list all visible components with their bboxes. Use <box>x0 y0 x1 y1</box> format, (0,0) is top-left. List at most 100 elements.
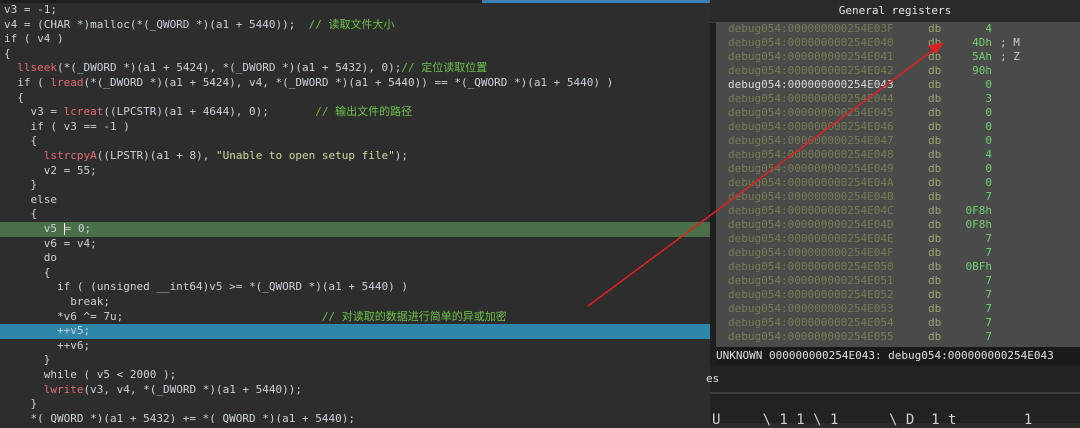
hex-row[interactable]: debug054:000000000254E04C db 0F8h <box>716 204 1080 218</box>
code-line-text: llseek(*(_DWORD *)(a1 + 5424), *(_DWORD … <box>4 61 487 76</box>
code-line[interactable]: v3 = lcreat((LPCSTR)(a1 + 4644), 0); // … <box>0 105 710 120</box>
code-line-text: if ( v3 == -1 ) <box>4 120 129 135</box>
code-token: { <box>4 207 38 221</box>
code-line[interactable]: v6 = v4; <box>0 237 710 252</box>
code-line[interactable]: if ( (unsigned __int64)v5 >= *(_QWORD *)… <box>0 280 710 295</box>
code-line[interactable]: break; <box>0 295 710 310</box>
code-line[interactable]: lwrite(v3, v4, *(_DWORD *)(a1 + 5440)); <box>0 383 710 398</box>
code-line[interactable]: ++v5; <box>0 324 710 339</box>
directive: db <box>928 36 942 49</box>
hex-view-list[interactable]: debug054:000000000254E03F db 4 debug054:000… <box>716 22 1080 347</box>
hex-row[interactable]: debug054:000000000254E054 db 7 <box>716 316 1080 330</box>
hex-row[interactable]: debug054:000000000254E052 db 7 <box>716 288 1080 302</box>
hex-row[interactable]: debug054:000000000254E055 db 7 <box>716 330 1080 344</box>
address-label: debug054:000000000254E04A <box>728 176 894 189</box>
code-line[interactable]: do <box>0 251 710 266</box>
hex-row[interactable]: debug054:000000000254E050 db 0BFh <box>716 260 1080 274</box>
general-registers-pane[interactable]: General registers debug054:000000000254E… <box>706 0 1080 428</box>
address-label: debug054:000000000254E054 <box>728 316 894 329</box>
code-token: if ( v4 ) <box>4 32 64 46</box>
code-token: } <box>4 353 51 367</box>
hex-row[interactable]: debug054:000000000254E04F db 7 <box>716 246 1080 260</box>
code-line[interactable]: { <box>0 207 710 222</box>
code-comment: // 对读取的数据进行简单的异或加密 <box>321 309 507 323</box>
code-line[interactable]: { <box>0 266 710 281</box>
code-line[interactable]: { <box>0 47 710 62</box>
hex-row[interactable]: debug054:000000000254E047 db 0 <box>716 134 1080 148</box>
hex-row[interactable]: debug054:000000000254E044 db 3 <box>716 92 1080 106</box>
byte-value: 0 <box>985 120 992 133</box>
hex-row[interactable]: debug054:000000000254E043 db 0 <box>716 78 1080 92</box>
directive: db <box>928 232 942 245</box>
code-token: ++v5; <box>4 324 91 338</box>
code-token: ); <box>394 149 409 162</box>
address-label: debug054:000000000254E04E <box>728 232 894 245</box>
code-line[interactable]: llseek(*(_DWORD *)(a1 + 5424), *(_DWORD … <box>0 61 710 76</box>
hex-row[interactable]: debug054:000000000254E051 db 7 <box>716 274 1080 288</box>
function-name: llseek <box>17 61 57 75</box>
code-line[interactable]: v2 = 55; <box>0 164 710 179</box>
code-line[interactable]: { <box>0 91 710 106</box>
directive: db <box>928 148 942 161</box>
address-label: debug054:000000000254E04D <box>728 218 894 231</box>
code-line[interactable]: *(_QWORD *)(a1 + 5432) += *(_QWORD *)(a1… <box>0 412 710 423</box>
output-panel: es U \ 1 1 \ 1 \ D 1 t 1 <box>706 366 1080 428</box>
code-line[interactable]: else <box>0 193 710 208</box>
code-line[interactable]: } <box>0 397 710 412</box>
hex-row[interactable]: debug054:000000000254E04D db 0F8h <box>716 218 1080 232</box>
tab-label-fragment[interactable]: es <box>706 372 719 385</box>
byte-value: 7 <box>985 316 992 329</box>
code-token: } <box>4 397 38 411</box>
hex-row[interactable]: debug054:000000000254E042 db 90h <box>716 64 1080 78</box>
code-line-text: lstrcpyA((LPSTR)(a1 + 8), "Unable to ope… <box>4 149 408 164</box>
code-line[interactable]: *v6 ^= 7u; // 对读取的数据进行简单的异或加密 <box>0 310 710 325</box>
code-token: { <box>4 265 51 279</box>
byte-comment: ; M <box>1000 36 1020 49</box>
code-line-text: } <box>4 178 37 193</box>
code-comment: // 定位读取位置 <box>401 61 488 75</box>
function-name: lstrcpyA <box>43 149 97 162</box>
byte-value: 7 <box>985 288 992 301</box>
code-line[interactable]: lstrcpyA((LPSTR)(a1 + 8), "Unable to ope… <box>0 149 710 164</box>
hex-row[interactable]: debug054:000000000254E045 db 0 <box>716 106 1080 120</box>
hex-row[interactable]: debug054:000000000254E048 db 4 <box>716 148 1080 162</box>
code-line[interactable]: if ( lread(*(_DWORD *)(a1 + 5424), v4, *… <box>0 76 710 91</box>
byte-value: 3 <box>985 92 992 105</box>
hex-row[interactable]: debug054:000000000254E049 db 0 <box>716 162 1080 176</box>
hex-row[interactable]: debug054:000000000254E04A db 0 <box>716 176 1080 190</box>
code-line[interactable]: } <box>0 178 710 193</box>
address-label: debug054:000000000254E043 <box>728 78 894 91</box>
address-label: debug054:000000000254E048 <box>728 148 894 161</box>
code-line[interactable]: v3 = -1; <box>0 3 710 18</box>
command-line-fragment: U \ 1 1 \ 1 \ D 1 t 1 <box>712 412 1033 428</box>
pseudocode-pane[interactable]: v3 = -1; v4 = (CHAR *)malloc(*(_QWORD *)(… <box>0 0 710 423</box>
address-label: debug054:000000000254E04C <box>728 204 894 217</box>
directive: db <box>928 274 942 287</box>
code-line[interactable]: v5 = 0; <box>0 222 710 237</box>
address-label: debug054:000000000254E042 <box>728 64 894 77</box>
hex-row[interactable]: debug054:000000000254E04B db 7 <box>716 190 1080 204</box>
hex-row[interactable]: debug054:000000000254E041 db 5Ah ; Z <box>716 50 1080 64</box>
hex-row[interactable]: debug054:000000000254E053 db 7 <box>716 302 1080 316</box>
code-line[interactable]: if ( v4 ) <box>0 32 710 47</box>
hex-row[interactable]: debug054:000000000254E04E db 7 <box>716 232 1080 246</box>
directive: db <box>928 92 942 105</box>
code-line[interactable]: { <box>0 134 710 149</box>
code-line[interactable]: while ( v5 < 2000 ); <box>0 368 710 383</box>
code-line[interactable]: } <box>0 353 710 368</box>
address-label: debug054:000000000254E051 <box>728 274 894 287</box>
address-label: debug054:000000000254E04F <box>728 246 894 259</box>
code-line[interactable]: v4 = (CHAR *)malloc(*(_QWORD *)(a1 + 544… <box>0 18 710 33</box>
code-token: { <box>4 134 38 148</box>
code-token: v3 = -1; <box>4 3 57 16</box>
code-line[interactable]: ++v6; <box>0 339 710 354</box>
code-line-text: { <box>4 265 51 281</box>
code-token: v6 = v4; <box>4 236 97 250</box>
hex-row[interactable]: debug054:000000000254E040 db 4Dh ; M <box>716 36 1080 50</box>
code-token: v4 = (CHAR *)malloc(*(_QWORD *)(a1 + 544… <box>4 17 309 31</box>
hex-row[interactable]: debug054:000000000254E046 db 0 <box>716 120 1080 134</box>
byte-value: 0F8h <box>965 204 993 217</box>
code-line[interactable]: if ( v3 == -1 ) <box>0 120 710 135</box>
address-label: debug054:000000000254E040 <box>728 36 894 49</box>
hex-row[interactable]: debug054:000000000254E03F db 4 <box>716 22 1080 36</box>
